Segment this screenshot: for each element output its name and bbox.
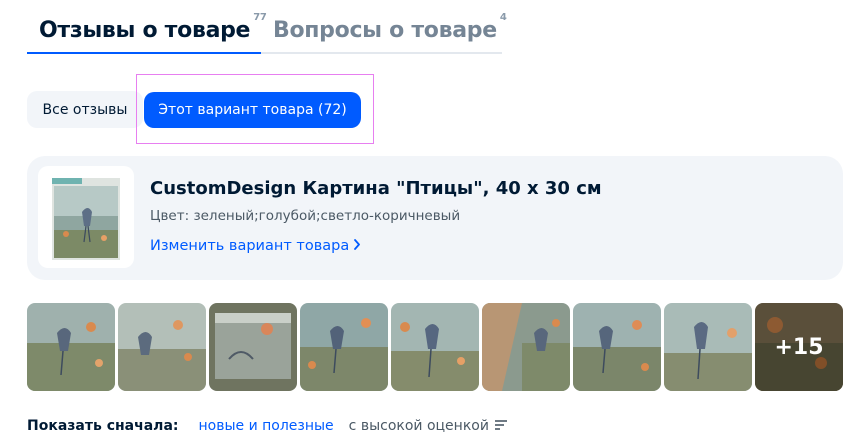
sort-lines-icon[interactable] <box>494 418 507 434</box>
review-photo-gallery: +15 <box>27 303 843 391</box>
tab-reviews[interactable]: Отзывы о товаре77 <box>39 12 267 43</box>
variant-color-value: зеленый;голубой;светло-коричневый <box>193 208 461 224</box>
review-photo[interactable] <box>209 303 297 391</box>
variant-card: CustomDesign Картина "Птицы", 40 x 30 см… <box>27 156 843 280</box>
sort-row: Показать сначала: новые и полезные с выс… <box>27 416 507 436</box>
review-photo[interactable] <box>664 303 752 391</box>
variant-color-label: Цвет: <box>150 208 190 224</box>
change-variant-label: Изменить вариант товара <box>150 238 350 254</box>
variant-title: CustomDesign Картина "Птицы", 40 x 30 см <box>150 178 602 199</box>
sort-option-new-useful[interactable]: новые и полезные <box>198 418 333 434</box>
change-variant-link[interactable]: Изменить вариант товара <box>150 238 361 254</box>
review-photo[interactable] <box>27 303 115 391</box>
more-photos-count: +15 <box>755 303 843 391</box>
tab-questions-count: 4 <box>499 12 507 23</box>
painting-image <box>52 178 120 260</box>
review-photo[interactable] <box>482 303 570 391</box>
sort-option-high-rating[interactable]: с высокой оценкой <box>349 418 489 434</box>
tab-questions[interactable]: Вопросы о товаре4 <box>273 12 507 43</box>
this-variant-label: Этот вариант товара (72) <box>158 102 347 118</box>
sort-label: Показать сначала: <box>27 418 179 434</box>
more-photos-button[interactable]: +15 <box>755 303 843 391</box>
this-variant-button[interactable]: Этот вариант товара (72) <box>144 92 361 128</box>
variant-thumbnail[interactable] <box>38 166 134 268</box>
active-tab-indicator <box>27 52 261 54</box>
variant-color: Цвет: зеленый;голубой;светло-коричневый <box>150 208 460 224</box>
review-tabs: Отзывы о товаре77 Вопросы о товаре4 <box>27 12 507 54</box>
review-photo[interactable] <box>573 303 661 391</box>
tab-questions-label: Вопросы о товаре <box>273 18 497 43</box>
review-photo[interactable] <box>300 303 388 391</box>
tab-reviews-label: Отзывы о товаре <box>39 18 251 43</box>
all-reviews-button[interactable]: Все отзывы <box>27 91 143 128</box>
all-reviews-label: Все отзывы <box>42 101 128 118</box>
review-photo[interactable] <box>118 303 206 391</box>
chevron-right-icon <box>353 239 361 254</box>
tab-reviews-count: 77 <box>253 12 267 23</box>
review-photo[interactable] <box>391 303 479 391</box>
